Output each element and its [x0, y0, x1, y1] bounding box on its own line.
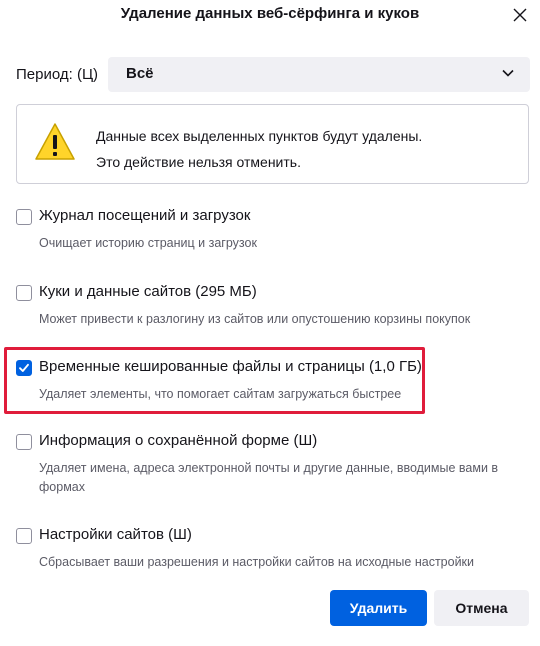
dialog-titlebar: Удаление данных веб-сёрфинга и куков: [0, 0, 540, 30]
period-selected-value: Всё: [126, 65, 154, 82]
option-cookies[interactable]: Куки и данные сайтов (295 МБ) Может прив…: [16, 283, 516, 335]
option-form-data[interactable]: Информация о сохранённой форме (Ш) Удаля…: [16, 432, 516, 502]
option-cache[interactable]: Временные кешированные файлы и страницы …: [16, 358, 516, 410]
form-data-label: Информация о сохранённой форме (Ш): [39, 432, 318, 449]
warning-message: Данные всех выделенных пунктов будут уда…: [96, 123, 422, 175]
history-label: Журнал посещений и загрузок: [39, 207, 251, 224]
close-button[interactable]: [506, 2, 534, 28]
site-settings-description: Сбрасывает ваши разрешения и настройки с…: [39, 555, 475, 569]
site-settings-checkbox[interactable]: [16, 528, 32, 544]
form-data-checkbox[interactable]: [16, 434, 32, 450]
cache-checkbox[interactable]: [16, 360, 32, 376]
form-data-description: Удаляет имена, адреса электронной почты …: [39, 461, 499, 494]
history-checkbox[interactable]: [16, 209, 32, 225]
site-settings-label: Настройки сайтов (Ш): [39, 526, 192, 543]
clear-button[interactable]: Удалить: [330, 590, 427, 626]
warning-icon: [35, 123, 75, 160]
cache-label: Временные кешированные файлы и страницы …: [39, 358, 422, 375]
period-dropdown[interactable]: Всё: [108, 57, 530, 92]
warning-line-2: Это действие нельзя отменить.: [96, 154, 301, 170]
warning-line-1: Данные всех выделенных пунктов будут уда…: [96, 128, 423, 144]
period-row: Период: (Ц) Всё: [16, 57, 530, 93]
option-history[interactable]: Журнал посещений и загрузок Очищает исто…: [16, 207, 516, 259]
period-label: Период: (Ц): [16, 66, 99, 83]
close-icon: [513, 8, 527, 22]
cancel-button[interactable]: Отмена: [434, 590, 529, 626]
warning-box: Данные всех выделенных пунктов будут уда…: [16, 104, 529, 184]
checkmark-icon: [19, 363, 29, 372]
dialog-title: Удаление данных веб-сёрфинга и куков: [120, 5, 420, 22]
cookies-description: Может привести к разлогину из сайтов или…: [39, 312, 471, 326]
option-site-settings[interactable]: Настройки сайтов (Ш) Сбрасывает ваши раз…: [16, 526, 516, 578]
chevron-down-icon: [502, 69, 514, 77]
history-description: Очищает историю страниц и загрузок: [39, 236, 257, 250]
cache-description: Удаляет элементы, что помогает сайтам за…: [39, 387, 402, 401]
cookies-label: Куки и данные сайтов (295 МБ): [39, 283, 257, 300]
cookies-checkbox[interactable]: [16, 285, 32, 301]
